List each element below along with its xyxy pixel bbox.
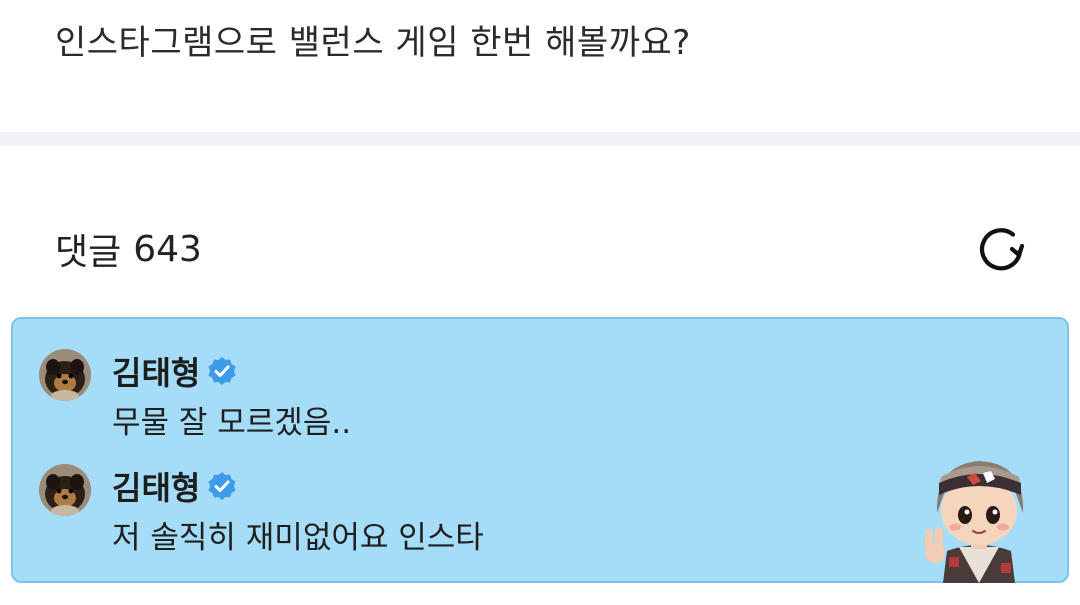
author-avatar[interactable] [39,464,91,516]
refresh-button[interactable] [972,220,1030,278]
comment-author[interactable]: 김태형 [112,348,200,394]
refresh-icon [979,228,1025,271]
comments-count: 643 [133,228,202,270]
dog-avatar-icon [39,464,91,516]
section-divider [0,132,1080,146]
comments-label: 댓글 [55,232,122,273]
comment-author[interactable]: 김태형 [112,463,200,509]
comment-header: 김태형 [112,463,238,509]
author-avatar[interactable] [39,349,91,401]
comment-header: 김태형 [112,348,238,394]
highlighted-comments: 김태형 무물 잘 모르겠음.. 김태형 저 솔직히 재미없어요 인스타 [11,317,1069,583]
dog-avatar-icon [39,349,91,401]
comment-text: 저 솔직히 재미없어요 인스타 [112,520,484,556]
post-text: 인스타그램으로 밸런스 게임 한번 해볼까요? [55,23,691,63]
comment-text: 무물 잘 모르겠음.. [112,405,352,441]
character-sticker [909,447,1049,583]
verified-badge-icon [206,470,238,502]
comments-header: 댓글 643 [55,224,202,274]
verified-badge-icon [206,355,238,387]
